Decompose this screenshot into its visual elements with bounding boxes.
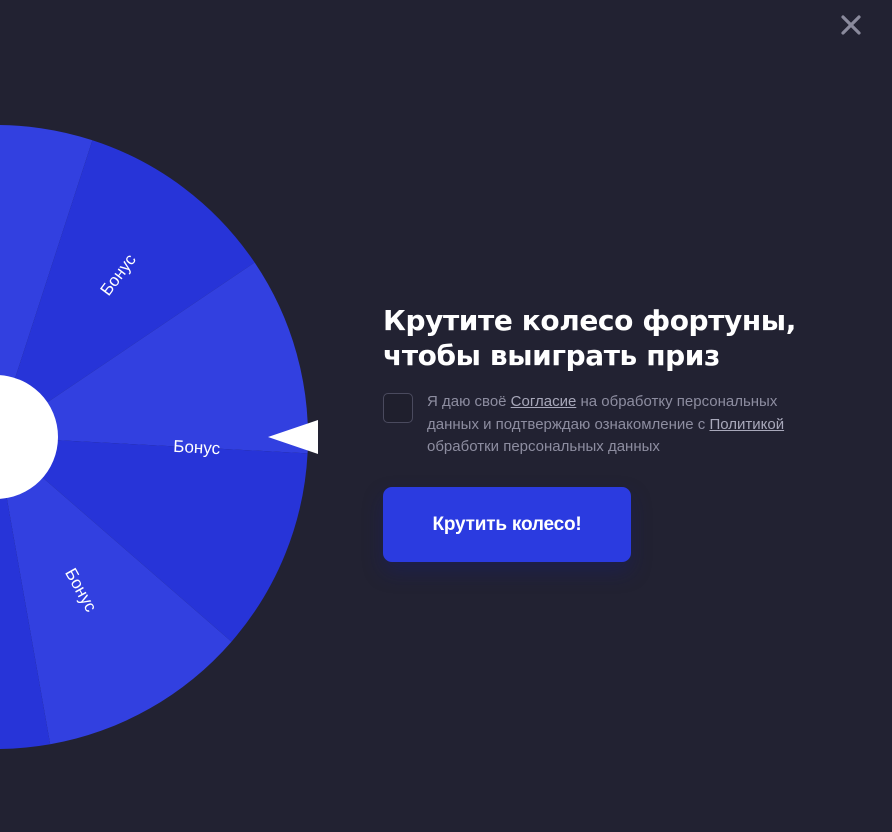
wheel-segment [0, 140, 255, 435]
wheel-segment [0, 262, 308, 454]
wheel-segment [0, 440, 232, 745]
promo-content: Крутите колесо фортуны, чтобы выиграть п… [383, 303, 853, 562]
consent-text: Я даю своё Согласие на обработку персона… [427, 391, 847, 459]
spin-wheel-button[interactable]: Крутить колесо! [383, 487, 631, 562]
wheel-center [0, 375, 58, 499]
wheel-labels: БонусБонусБонусБонус [0, 236, 221, 616]
wheel-segment [0, 437, 308, 642]
wheel-segment [0, 459, 51, 749]
consent-text-middle-2: данных и подтверждаю ознакомление с [427, 415, 710, 433]
close-button[interactable] [838, 12, 864, 38]
wheel-pointer [268, 420, 318, 454]
consent-checkbox[interactable] [383, 393, 413, 423]
close-icon [841, 15, 861, 35]
consent-block: Я даю своё Согласие на обработку персона… [383, 393, 853, 459]
wheel-segment [0, 125, 93, 425]
wheel-segments [0, 125, 308, 749]
consent-text-before: Я даю своё [427, 393, 511, 410]
title-line-1: Крутите колесо фортуны, [383, 304, 796, 337]
wheel-segment-label: Бонус [61, 565, 101, 616]
policy-link[interactable]: Политикой [709, 416, 784, 433]
agreement-link[interactable]: Согласие [511, 393, 577, 410]
pointer-arrow-icon [268, 420, 318, 454]
consent-line-1: Я даю своё Согласие на обработку персона… [427, 391, 847, 414]
title-line-2: чтобы выиграть приз [383, 339, 720, 372]
consent-text-middle-1: на обработку персональных [576, 393, 778, 410]
wheel-segment-label: Бонус [96, 250, 140, 299]
page-title: Крутите колесо фортуны, чтобы выиграть п… [383, 303, 853, 373]
consent-line-2: данных и подтверждаю ознакомление с Поли… [427, 414, 847, 437]
wheel-segment-label: Бонус [173, 437, 221, 458]
consent-line-3: обработки персональных данных [427, 438, 660, 455]
